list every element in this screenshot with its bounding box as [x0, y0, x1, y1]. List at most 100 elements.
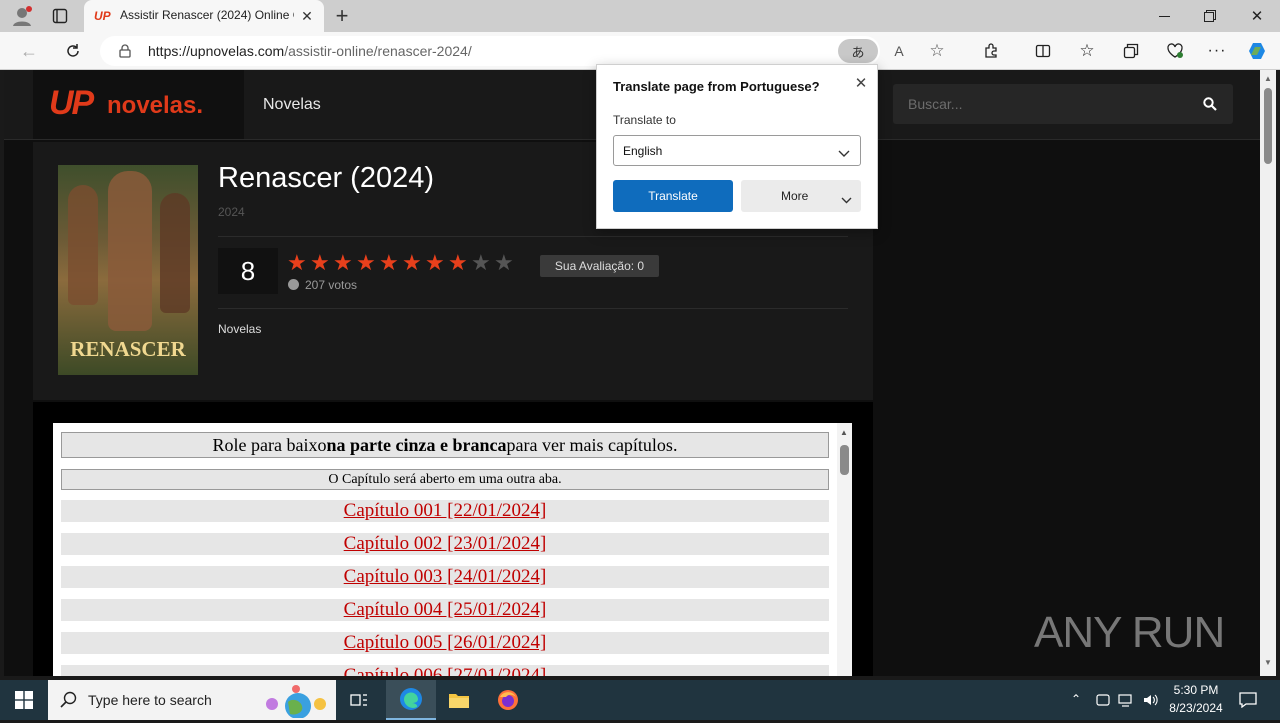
divider	[218, 236, 848, 237]
logo[interactable]: UP novelas.	[33, 70, 244, 139]
extensions-icon[interactable]	[980, 40, 1002, 62]
release-year: 2024	[218, 205, 245, 219]
browser-tab[interactable]: UP Assistir Renascer (2024) Online G ✕	[84, 0, 324, 32]
copilot-icon[interactable]	[1244, 38, 1270, 64]
restore-icon[interactable]	[1196, 4, 1224, 28]
chevron-up-icon[interactable]: ⌃	[1071, 692, 1081, 706]
url-domain: https://upnovelas.com	[148, 43, 285, 59]
close-popup-icon[interactable]: ✕	[851, 73, 871, 93]
poster-image: RENASCER	[58, 165, 198, 375]
taskbar-search[interactable]: Type here to search	[48, 680, 336, 720]
windows-start-icon[interactable]	[0, 680, 48, 720]
more-button[interactable]: More	[741, 180, 861, 212]
close-tab-icon[interactable]: ✕	[298, 7, 316, 25]
frame-scroll-thumb[interactable]	[840, 445, 849, 475]
profile-icon[interactable]	[8, 4, 36, 28]
add-favorite-icon[interactable]: ☆	[926, 40, 948, 62]
star-filled-icon[interactable]: ★	[379, 252, 399, 274]
file-explorer-icon[interactable]	[444, 686, 474, 714]
meet-now-icon[interactable]	[1094, 692, 1112, 708]
volume-icon[interactable]	[1141, 692, 1161, 708]
chapter-link[interactable]: Capítulo 006 [27/01/2024]	[61, 665, 829, 676]
scroll-down-icon[interactable]: ▼	[1264, 658, 1272, 667]
refresh-icon[interactable]	[60, 38, 86, 64]
your-rating-badge[interactable]: Sua Avaliação: 0	[540, 255, 659, 277]
chapter-link[interactable]: Capítulo 005 [26/01/2024]	[61, 632, 829, 654]
star-rating[interactable]: ★ ★ ★ ★ ★ ★ ★ ★ ★ ★	[287, 252, 517, 275]
header-text-bold: na parte cinza e branca	[326, 434, 507, 455]
edge-taskbar-icon[interactable]	[386, 680, 436, 720]
chevron-down-icon	[838, 145, 850, 163]
poster-title: RENASCER	[70, 337, 186, 361]
search-field[interactable]: Buscar...	[893, 84, 1233, 124]
taskbar: Type here to search ⌃ 5:30 PM 8/23/2024	[0, 680, 1280, 720]
language-select[interactable]: English	[613, 135, 861, 166]
chapter-link[interactable]: Capítulo 003 [24/01/2024]	[61, 566, 829, 588]
logo-text: novelas.	[107, 92, 204, 119]
chapter-link[interactable]: Capítulo 002 [23/01/2024]	[61, 533, 829, 555]
back-icon[interactable]: ←	[16, 38, 42, 64]
collections-icon[interactable]	[1118, 38, 1144, 64]
address-bar[interactable]: https://upnovelas.com/assistir-online/re…	[100, 36, 997, 66]
star-filled-icon[interactable]: ★	[402, 252, 422, 274]
popup-title: Translate page from Portuguese?	[613, 79, 820, 94]
logo-up: UP	[49, 84, 94, 122]
settings-more-icon[interactable]: ···	[1204, 38, 1230, 64]
split-screen-icon[interactable]	[1030, 38, 1056, 64]
episodes-frame: Role para baixo na parte cinza e branca …	[53, 423, 852, 676]
nav-novelas[interactable]: Novelas	[263, 96, 321, 114]
network-icon[interactable]	[1117, 692, 1135, 708]
chapter-link[interactable]: Capítulo 001 [22/01/2024]	[61, 500, 829, 522]
translate-icon[interactable]: あ	[838, 39, 878, 63]
search-highlight-image	[262, 684, 330, 719]
notifications-icon[interactable]	[1236, 690, 1260, 710]
language-value: English	[623, 144, 663, 158]
rating-score: 8	[218, 248, 278, 294]
votes-text: 207 votos	[305, 278, 358, 292]
read-aloud-icon[interactable]: A	[888, 40, 910, 62]
lock-icon[interactable]	[116, 42, 134, 60]
minimize-icon[interactable]	[1150, 4, 1178, 28]
star-filled-icon[interactable]: ★	[333, 252, 353, 274]
watermark: ANY RUN	[1034, 608, 1225, 657]
clock-time[interactable]: 5:30 PM	[1162, 683, 1230, 697]
firefox-icon[interactable]	[493, 686, 523, 714]
episodes-note: O Capítulo será aberto em uma outra aba.	[61, 469, 829, 490]
star-empty-icon[interactable]: ★	[494, 252, 514, 274]
page-title: Renascer (2024)	[218, 162, 434, 194]
browser-essentials-icon[interactable]	[1162, 38, 1188, 64]
task-view-icon[interactable]	[344, 686, 374, 714]
tab-title: Assistir Renascer (2024) Online G	[120, 8, 294, 22]
favorites-icon[interactable]: ☆	[1074, 38, 1100, 64]
header-text-1: Role para baixo	[212, 434, 327, 455]
clock-date[interactable]: 8/23/2024	[1162, 701, 1230, 715]
close-window-icon[interactable]: ✕	[1243, 4, 1271, 28]
url-path: /assistir-online/renascer-2024/	[284, 43, 472, 59]
vote-count: 207 votos	[288, 278, 357, 292]
star-filled-icon[interactable]: ★	[448, 252, 468, 274]
translate-button[interactable]: Translate	[613, 180, 733, 212]
favicon-icon: UP	[94, 9, 111, 23]
frame-scrollbar[interactable]: ▲	[837, 423, 852, 676]
star-filled-icon[interactable]: ★	[425, 252, 445, 274]
genre-link[interactable]: Novelas	[218, 322, 261, 336]
taskbar-search-placeholder: Type here to search	[88, 692, 212, 708]
scroll-thumb[interactable]	[1264, 88, 1272, 164]
browser-tab-bar: UP Assistir Renascer (2024) Online G ✕ +…	[0, 0, 1280, 32]
search-icon[interactable]	[1199, 94, 1221, 114]
translate-to-label: Translate to	[613, 113, 676, 127]
translate-popup: Translate page from Portuguese? ✕ Transl…	[596, 64, 878, 229]
star-filled-icon[interactable]: ★	[356, 252, 376, 274]
star-filled-icon[interactable]: ★	[310, 252, 330, 274]
tab-actions-icon[interactable]	[48, 4, 72, 28]
more-label: More	[781, 189, 809, 203]
scroll-up-icon[interactable]: ▲	[840, 428, 848, 437]
star-filled-icon[interactable]: ★	[287, 252, 307, 274]
user-icon	[288, 279, 299, 290]
new-tab-icon[interactable]: +	[330, 3, 354, 28]
page-scrollbar[interactable]: ▲ ▼	[1260, 70, 1276, 676]
divider	[218, 308, 848, 309]
chapter-link[interactable]: Capítulo 004 [25/01/2024]	[61, 599, 829, 621]
star-empty-icon[interactable]: ★	[471, 252, 491, 274]
scroll-up-icon[interactable]: ▲	[1264, 74, 1272, 83]
